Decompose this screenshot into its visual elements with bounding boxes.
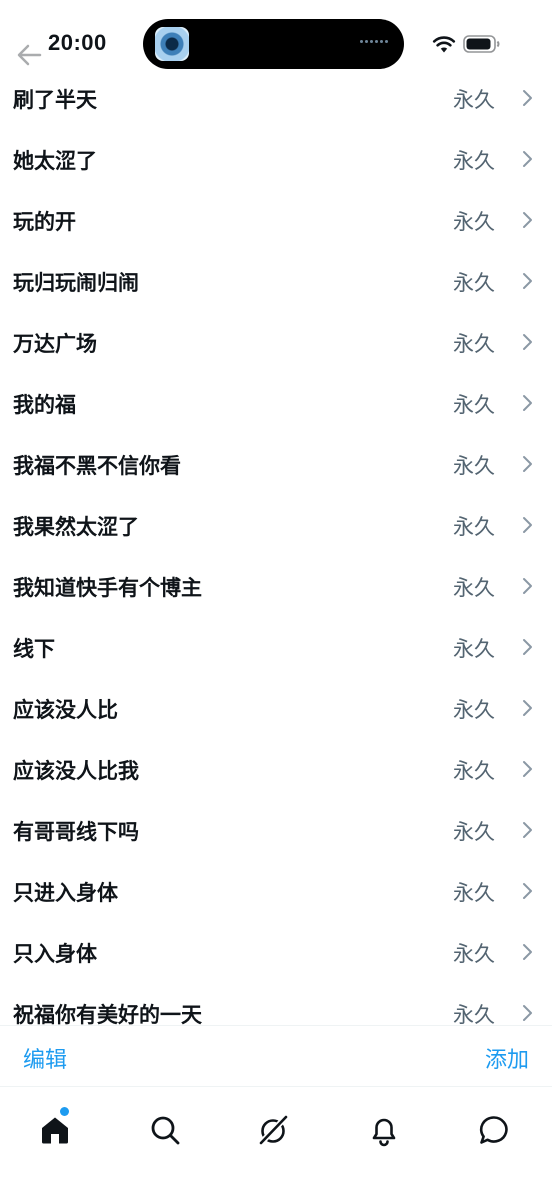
- list-item[interactable]: 我福不黑不信你看 永久: [0, 434, 552, 495]
- muted-words-list[interactable]: 刷了半天 永久 她太涩了 永久 玩的开 永久 玩归玩闹归闹 永久 万达广场 永久 我的福 永久 我福不黑…: [0, 68, 552, 1025]
- muted-word-label: 我知道快手有个博主: [13, 576, 202, 600]
- list-item[interactable]: 应该没人比 永久: [0, 678, 552, 739]
- muted-word-label: 我的福: [13, 393, 76, 417]
- duration-value: 永久: [453, 210, 495, 234]
- duration-value: 永久: [453, 332, 495, 356]
- muted-word-label: 线下: [13, 637, 55, 661]
- tab-search[interactable]: [137, 1102, 193, 1158]
- muted-word-label: 万达广场: [13, 332, 97, 356]
- tab-grok[interactable]: [246, 1102, 302, 1158]
- duration-value: 永久: [453, 149, 495, 173]
- duration-value: 永久: [453, 88, 495, 112]
- live-activity-indicator: [360, 40, 390, 46]
- muted-word-label: 祝福你有美好的一天: [13, 1003, 202, 1025]
- muted-word-label: 我福不黑不信你看: [13, 454, 181, 478]
- status-time: 20:00: [48, 30, 107, 55]
- chevron-right-icon: [523, 456, 532, 472]
- list-item[interactable]: 万达广场 永久: [0, 312, 552, 373]
- chevron-right-icon: [523, 273, 532, 289]
- search-icon: [151, 1116, 180, 1145]
- home-icon: [42, 1117, 68, 1144]
- list-item[interactable]: 玩的开 永久: [0, 190, 552, 251]
- duration-value: 永久: [453, 576, 495, 600]
- wifi-icon: [432, 36, 456, 53]
- list-item[interactable]: 我知道快手有个博主 永久: [0, 556, 552, 617]
- chevron-right-icon: [523, 517, 532, 533]
- chevron-right-icon: [523, 822, 532, 838]
- duration-value: 永久: [453, 698, 495, 722]
- chat-bubble-icon: [479, 1116, 508, 1144]
- chevron-right-icon: [523, 151, 532, 167]
- muted-word-label: 有哥哥线下吗: [13, 820, 139, 844]
- list-item[interactable]: 有哥哥线下吗 永久: [0, 800, 552, 861]
- list-item[interactable]: 祝福你有美好的一天 永久: [0, 983, 552, 1025]
- chevron-right-icon: [523, 90, 532, 106]
- muted-word-label: 应该没人比我: [13, 759, 139, 783]
- add-button[interactable]: 添加: [485, 1042, 529, 1074]
- chevron-right-icon: [523, 883, 532, 899]
- muted-word-label: 她太涩了: [13, 149, 97, 173]
- muted-word-label: 玩的开: [13, 210, 76, 234]
- tab-home[interactable]: [27, 1102, 83, 1158]
- dynamic-island: [143, 19, 404, 69]
- back-arrow-icon[interactable]: [14, 40, 44, 70]
- grok-icon: [258, 1114, 289, 1146]
- muted-word-label: 只进入身体: [13, 881, 118, 905]
- chevron-right-icon: [523, 761, 532, 777]
- duration-value: 永久: [453, 515, 495, 539]
- bell-icon: [372, 1118, 396, 1147]
- status-bar: 20:00: [0, 0, 552, 82]
- tab-notifications[interactable]: [356, 1102, 412, 1158]
- chevron-right-icon: [523, 700, 532, 716]
- chevron-right-icon: [523, 334, 532, 350]
- muted-word-label: 刷了半天: [13, 88, 97, 112]
- chevron-right-icon: [523, 395, 532, 411]
- muted-word-label: 应该没人比: [13, 698, 118, 722]
- list-item[interactable]: 线下 永久: [0, 617, 552, 678]
- list-item[interactable]: 只进入身体 永久: [0, 861, 552, 922]
- muted-word-label: 只入身体: [13, 942, 97, 966]
- list-item[interactable]: 玩归玩闹归闹 永久: [0, 251, 552, 312]
- chevron-right-icon: [523, 639, 532, 655]
- notification-dot: [60, 1107, 69, 1116]
- duration-value: 永久: [453, 637, 495, 661]
- duration-value: 永久: [453, 881, 495, 905]
- muted-word-label: 玩归玩闹归闹: [13, 271, 139, 295]
- muted-word-label: 我果然太涩了: [13, 515, 139, 539]
- list-item[interactable]: 我的福 永久: [0, 373, 552, 434]
- duration-value: 永久: [453, 1003, 495, 1025]
- duration-value: 永久: [453, 454, 495, 478]
- list-item[interactable]: 我果然太涩了 永久: [0, 495, 552, 556]
- chevron-right-icon: [523, 578, 532, 594]
- chevron-right-icon: [523, 212, 532, 228]
- list-item[interactable]: 她太涩了 永久: [0, 129, 552, 190]
- duration-value: 永久: [453, 271, 495, 295]
- duration-value: 永久: [453, 393, 495, 417]
- tab-messages[interactable]: [466, 1102, 522, 1158]
- battery-icon: [463, 35, 500, 53]
- live-activity-app-icon: [155, 27, 189, 61]
- duration-value: 永久: [453, 942, 495, 966]
- chevron-right-icon: [523, 1005, 532, 1021]
- edit-button[interactable]: 编辑: [23, 1042, 67, 1074]
- duration-value: 永久: [453, 759, 495, 783]
- duration-value: 永久: [453, 820, 495, 844]
- list-item[interactable]: 只入身体 永久: [0, 922, 552, 983]
- tab-bar: [0, 1087, 552, 1200]
- action-bar: 编辑 添加: [0, 1025, 552, 1087]
- chevron-right-icon: [523, 944, 532, 960]
- list-item[interactable]: 应该没人比我 永久: [0, 739, 552, 800]
